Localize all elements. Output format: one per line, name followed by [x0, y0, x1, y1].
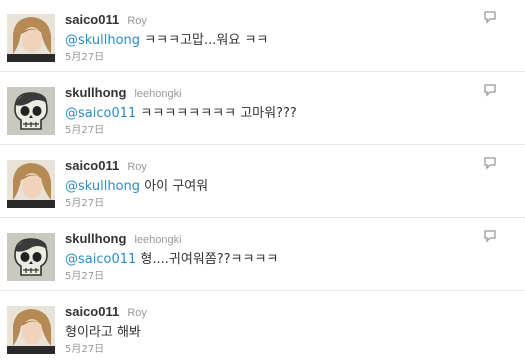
- skull-avatar-icon: [7, 87, 55, 135]
- tweet-feed: saico011 Roy @skullhong ㅋㅋㅋ고맙...워요 ㅋㅋ 5月…: [0, 0, 525, 363]
- mention-link[interactable]: @saico011: [65, 106, 136, 121]
- tweet-item: saico011 Roy 형이라고 해봐 5月27日: [0, 292, 525, 364]
- tweet-item: skullhong leehongki @saico011 형....귀여워쫌?…: [0, 219, 525, 291]
- avatar-saico011[interactable]: [7, 14, 55, 62]
- tweet-body: 형....귀여워쫌??ㅋㅋㅋㅋ: [136, 252, 279, 267]
- tweet-header: saico011 Roy: [65, 301, 147, 320]
- screen-name[interactable]: skullhong: [65, 85, 126, 100]
- timestamp[interactable]: 5月27日: [65, 121, 104, 136]
- avatar-skullhong[interactable]: [7, 87, 55, 135]
- portrait-avatar-icon: [7, 306, 55, 354]
- tweet-item: saico011 Roy @skullhong 아이 구여워 5月27日: [0, 146, 525, 218]
- portrait-avatar-icon: [7, 14, 55, 62]
- mention-link[interactable]: @skullhong: [65, 179, 140, 194]
- real-name: Roy: [127, 161, 147, 173]
- timestamp[interactable]: 5月27日: [65, 194, 104, 209]
- reply-bubble-icon[interactable]: [483, 10, 497, 24]
- mention-link[interactable]: @skullhong: [65, 33, 140, 48]
- screen-name[interactable]: saico011: [65, 158, 119, 173]
- avatar-saico011[interactable]: [7, 306, 55, 354]
- timestamp[interactable]: 5月27日: [65, 267, 104, 282]
- tweet-header: skullhong leehongki: [65, 228, 182, 247]
- timestamp[interactable]: 5月27日: [65, 340, 104, 355]
- reply-bubble-icon[interactable]: [483, 229, 497, 243]
- reply-bubble-icon[interactable]: [483, 83, 497, 97]
- tweet-item: skullhong leehongki @saico011 ㅋㅋㅋㅋㅋㅋㅋㅋ 고…: [0, 73, 525, 145]
- avatar-saico011[interactable]: [7, 160, 55, 208]
- tweet-body: 형이라고 해봐: [65, 325, 141, 340]
- real-name: leehongki: [134, 234, 182, 246]
- tweet-item: saico011 Roy @skullhong ㅋㅋㅋ고맙...워요 ㅋㅋ 5月…: [0, 0, 525, 72]
- reply-bubble-icon[interactable]: [483, 156, 497, 170]
- skull-avatar-icon: [7, 233, 55, 281]
- avatar-skullhong[interactable]: [7, 233, 55, 281]
- tweet-header: saico011 Roy: [65, 9, 147, 28]
- tweet-text: @skullhong 아이 구여워: [65, 175, 208, 194]
- real-name: Roy: [127, 15, 147, 27]
- real-name: leehongki: [134, 88, 182, 100]
- tweet-text: 형이라고 해봐: [65, 321, 141, 340]
- tweet-body: ㅋㅋㅋㅋㅋㅋㅋㅋ 고마워???: [136, 106, 297, 121]
- tweet-header: skullhong leehongki: [65, 82, 182, 101]
- tweet-text: @saico011 형....귀여워쫌??ㅋㅋㅋㅋ: [65, 248, 278, 267]
- real-name: Roy: [127, 307, 147, 319]
- tweet-body: 아이 구여워: [140, 179, 209, 194]
- mention-link[interactable]: @saico011: [65, 252, 136, 267]
- tweet-text: @saico011 ㅋㅋㅋㅋㅋㅋㅋㅋ 고마워???: [65, 102, 297, 121]
- timestamp[interactable]: 5月27日: [65, 48, 104, 63]
- screen-name[interactable]: saico011: [65, 304, 119, 319]
- screen-name[interactable]: saico011: [65, 12, 119, 27]
- tweet-text: @skullhong ㅋㅋㅋ고맙...워요 ㅋㅋ: [65, 29, 268, 48]
- portrait-avatar-icon: [7, 160, 55, 208]
- screen-name[interactable]: skullhong: [65, 231, 126, 246]
- tweet-header: saico011 Roy: [65, 155, 147, 174]
- tweet-body: ㅋㅋㅋ고맙...워요 ㅋㅋ: [140, 33, 269, 48]
